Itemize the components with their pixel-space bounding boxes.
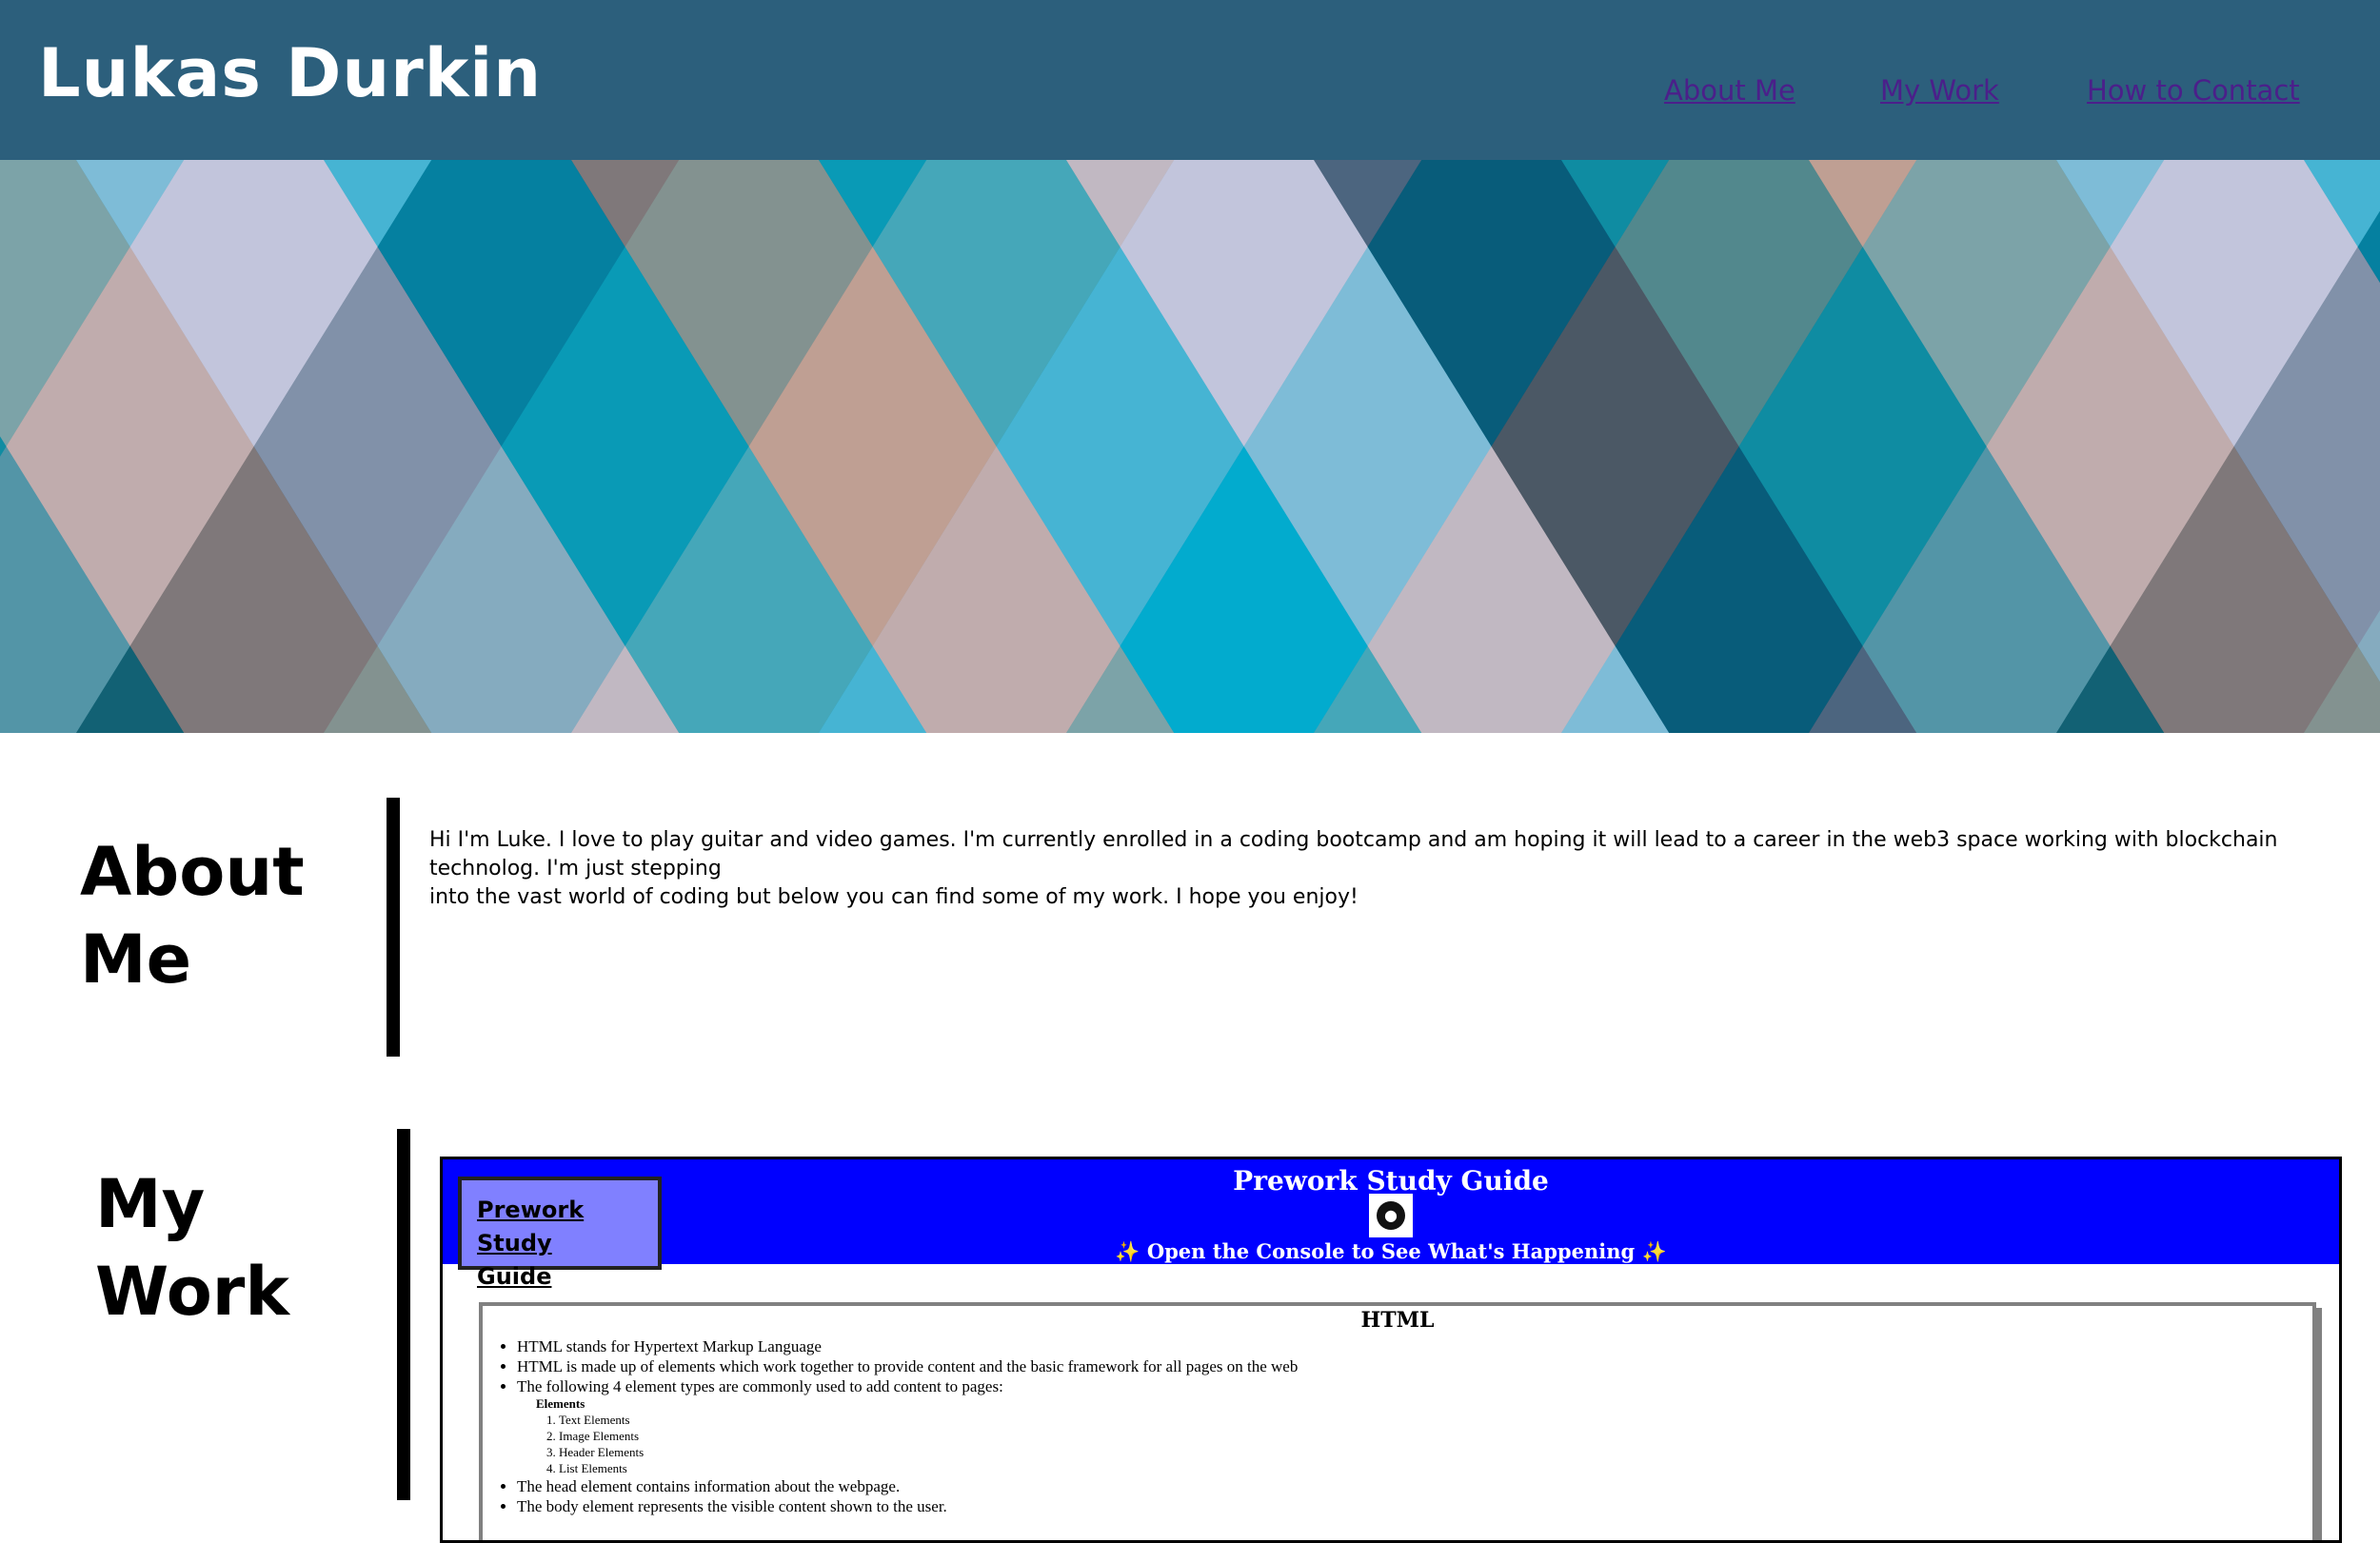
list-item: HTML is made up of elements which work t…	[517, 1356, 2312, 1376]
project-preview-prework-study-guide[interactable]: Prework Study Guide ● ✨ Open the Console…	[440, 1157, 2342, 1543]
elements-list: Text Elements Image Elements Header Elem…	[517, 1412, 2312, 1476]
work-divider-bar	[397, 1129, 410, 1500]
about-heading: About Me	[80, 828, 366, 1003]
preview-bullet-list: HTML stands for Hypertext Markup Languag…	[483, 1336, 2312, 1516]
main-nav: About Me My Work How to Contact	[0, 74, 2380, 112]
about-heading-line-2: Me	[80, 920, 192, 999]
site-header: Lukas Durkin About Me My Work How to Con…	[0, 0, 2380, 160]
preview-subtitle-text: Open the Console to See What's Happening	[1146, 1239, 1636, 1263]
preview-section-title: HTML	[1360, 1308, 1435, 1333]
list-item: The following 4 element types are common…	[517, 1376, 2312, 1476]
list-item: The body element represents the visible …	[517, 1496, 2312, 1516]
list-item: Text Elements	[559, 1412, 2312, 1428]
list-item: HTML stands for Hypertext Markup Languag…	[517, 1336, 2312, 1356]
nav-link-how-to-contact[interactable]: How to Contact	[2087, 74, 2300, 107]
nav-link-my-work[interactable]: My Work	[1880, 74, 1999, 107]
project-link-prework-study-guide[interactable]: Prework Study Guide	[477, 1197, 584, 1290]
nav-link-about-me[interactable]: About Me	[1664, 74, 1795, 107]
preview-subtitle: ✨ Open the Console to See What's Happeni…	[443, 1239, 2339, 1264]
preview-header: Prework Study Guide ● ✨ Open the Console…	[443, 1159, 2339, 1264]
work-heading-line-2: Work	[95, 1253, 289, 1331]
preview-html-card: HTML HTML stands for Hypertext Markup La…	[479, 1302, 2316, 1540]
work-heading: My Work	[95, 1160, 381, 1335]
preview-title: Prework Study Guide	[1233, 1165, 1549, 1197]
sparkle-icon: ✨	[1641, 1239, 1667, 1263]
elements-title: Elements	[536, 1396, 585, 1411]
list-item: Image Elements	[559, 1428, 2312, 1444]
project-link-line-2: Guide	[477, 1263, 552, 1290]
robot-icon: ●	[1369, 1194, 1413, 1237]
project-link-box: Prework Study Guide	[458, 1177, 662, 1290]
list-item: List Elements	[559, 1460, 2312, 1476]
about-text: Hi I'm Luke. I love to play guitar and v…	[429, 826, 2333, 912]
list-item: The head element contains information ab…	[517, 1476, 2312, 1496]
about-text-line-2: into the vast world of coding but below …	[429, 885, 1359, 909]
list-item: Header Elements	[559, 1444, 2312, 1460]
list-item-text: The following 4 element types are common…	[517, 1377, 1003, 1395]
about-heading-line-1: About	[80, 833, 305, 911]
sparkle-icon: ✨	[1115, 1239, 1140, 1263]
about-divider-bar	[387, 798, 400, 1057]
project-link-line-1: Prework Study	[477, 1197, 585, 1256]
about-text-line-1: Hi I'm Luke. I love to play guitar and v…	[429, 828, 2278, 880]
diamond-pattern-graphic	[0, 160, 2380, 733]
robot-icon-face: ●	[1377, 1201, 1405, 1230]
work-heading-line-1: My	[95, 1165, 206, 1243]
hero-banner-image	[0, 160, 2380, 733]
